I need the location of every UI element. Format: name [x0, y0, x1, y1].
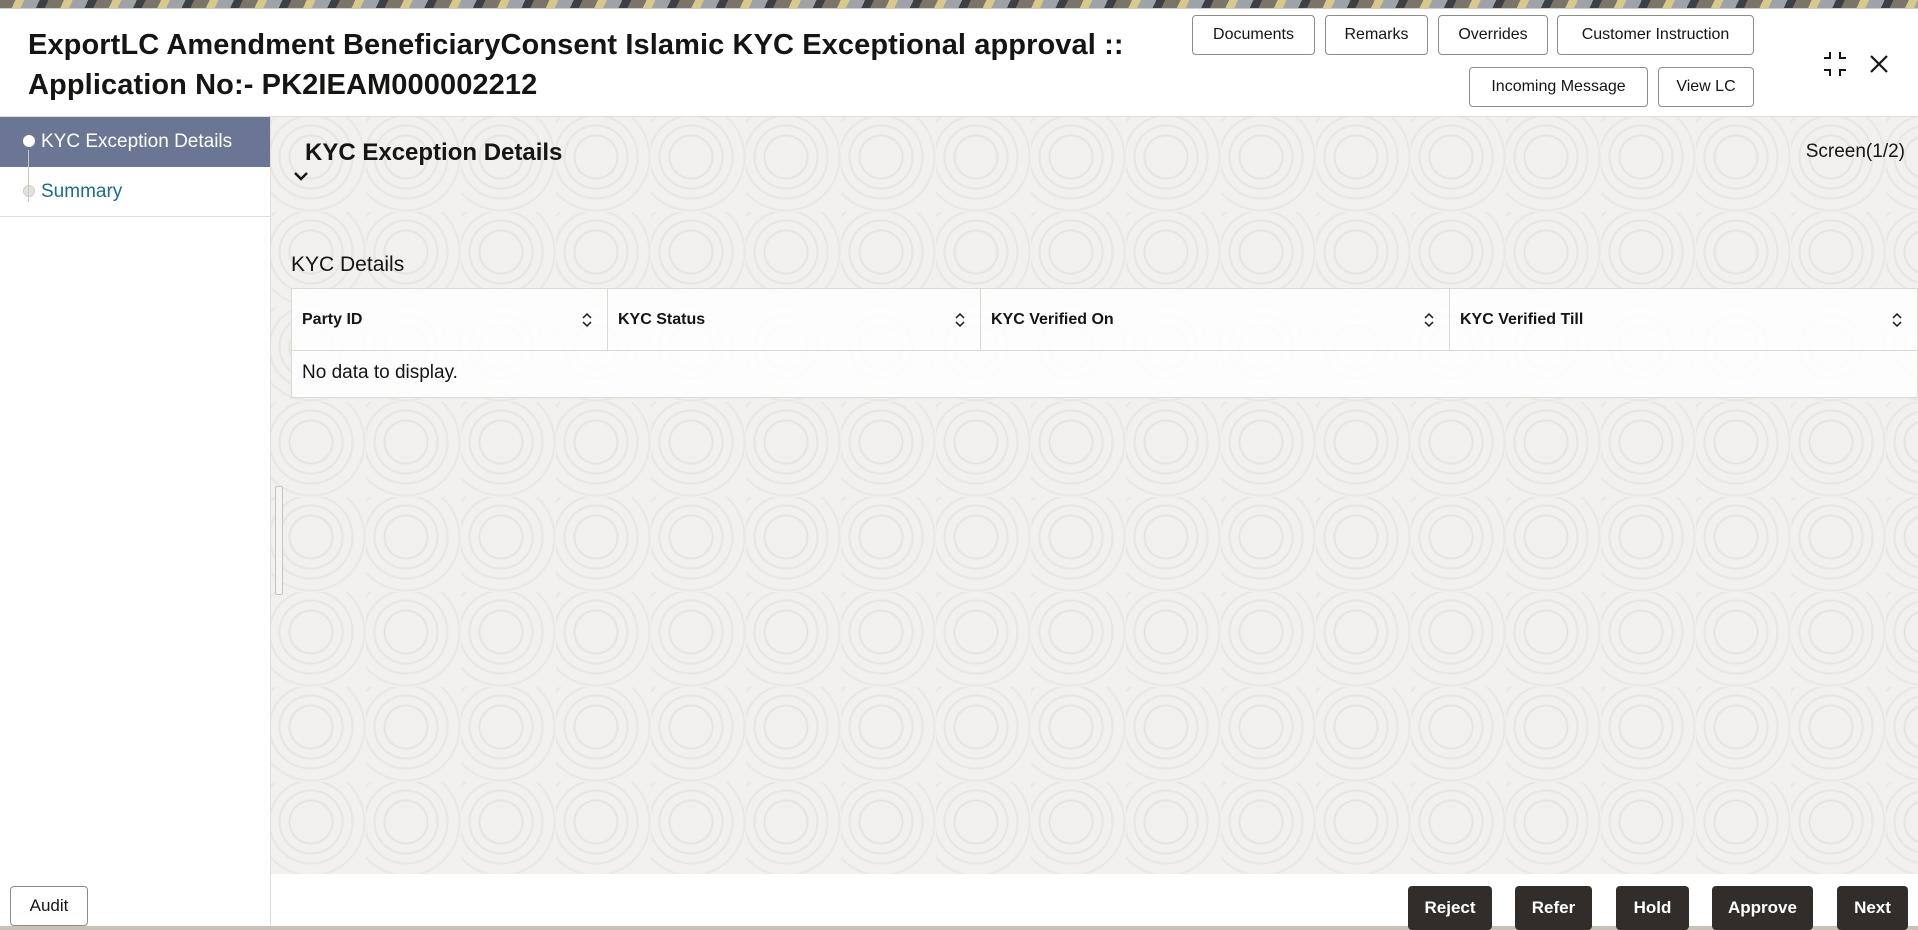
section-title: KYC Details	[291, 253, 405, 276]
close-icon[interactable]	[1862, 47, 1896, 81]
column-header-label: KYC Status	[618, 311, 706, 328]
sidebar-item-summary[interactable]: Summary	[0, 167, 270, 217]
footer-bar: Audit Reject Refer Hold Approve Next	[0, 874, 1918, 930]
collapse-icon[interactable]	[1818, 47, 1852, 81]
column-header-kyc-verified-on[interactable]: KYC Verified On	[981, 289, 1450, 351]
step-connector	[28, 150, 29, 202]
incoming-message-button[interactable]: Incoming Message	[1469, 67, 1648, 107]
page-header-title: ExportLC Amendment BeneficiaryConsent Is…	[28, 25, 1148, 105]
sort-icon	[955, 312, 965, 328]
sidebar-item-kyc-exception-details[interactable]: KYC Exception Details	[0, 117, 270, 167]
chevron-down-icon[interactable]	[290, 165, 312, 187]
overrides-button[interactable]: Overrides	[1438, 15, 1548, 55]
sidebar-item-label: KYC Exception Details	[41, 131, 233, 152]
panel-resize-handle[interactable]	[275, 486, 283, 595]
window-header: ExportLC Amendment BeneficiaryConsent Is…	[0, 9, 1918, 117]
customer-instruction-button[interactable]: Customer Instruction	[1557, 15, 1754, 55]
column-header-party-id[interactable]: Party ID	[292, 289, 608, 351]
audit-button[interactable]: Audit	[10, 886, 88, 926]
remarks-button[interactable]: Remarks	[1325, 15, 1428, 55]
title-line-1: ExportLC Amendment BeneficiaryConsent Is…	[28, 29, 1124, 61]
view-lc-button[interactable]: View LC	[1658, 67, 1754, 107]
documents-button[interactable]: Documents	[1192, 15, 1315, 55]
sort-icon	[582, 312, 592, 328]
sidebar-item-label: Summary	[41, 181, 123, 202]
next-button[interactable]: Next	[1837, 886, 1908, 930]
column-header-label: Party ID	[302, 311, 363, 328]
page-title: KYC Exception Details	[305, 139, 563, 166]
application-window: ExportLC Amendment BeneficiaryConsent Is…	[0, 8, 1918, 930]
step-dot-icon	[23, 135, 35, 147]
screen-indicator: Screen(1/2)	[1805, 141, 1905, 162]
sort-icon	[1892, 312, 1902, 328]
column-header-kyc-verified-till[interactable]: KYC Verified Till	[1450, 289, 1917, 351]
sidebar-nav: KYC Exception Details Summary	[0, 117, 271, 926]
column-header-kyc-status[interactable]: KYC Status	[608, 289, 981, 351]
column-header-label: KYC Verified Till	[1460, 311, 1584, 328]
kyc-details-table: Party ID KYC Status KYC Verified On KYC …	[291, 288, 1918, 398]
title-line-2: Application No:- PK2IEAM000002212	[28, 69, 538, 101]
step-dot-icon	[23, 185, 35, 197]
empty-table-message: No data to display.	[302, 362, 458, 383]
approve-button[interactable]: Approve	[1712, 886, 1813, 930]
column-header-label: KYC Verified On	[991, 311, 1114, 328]
hold-button[interactable]: Hold	[1616, 886, 1689, 930]
refer-button[interactable]: Refer	[1515, 886, 1592, 930]
sort-icon	[1424, 312, 1434, 328]
reject-button[interactable]: Reject	[1408, 886, 1492, 930]
main-content: KYC Exception Details Screen(1/2) KYC De…	[271, 117, 1918, 874]
